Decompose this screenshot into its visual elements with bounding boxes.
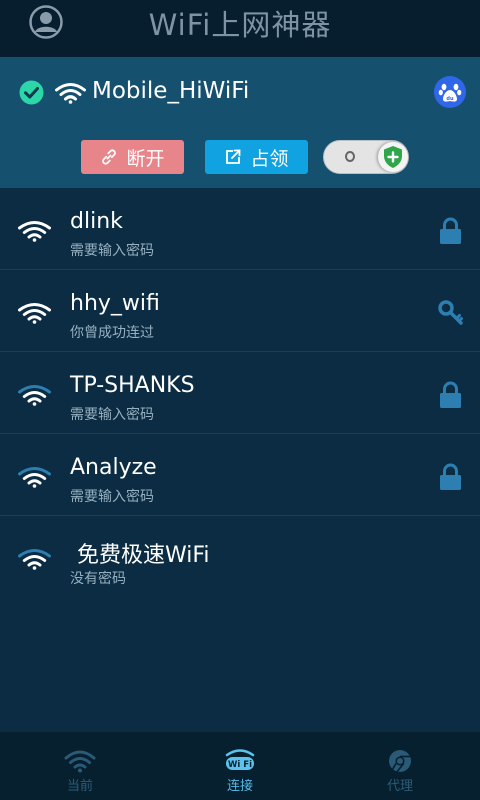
- lock-icon: [440, 217, 461, 244]
- toggle-off-indicator: [345, 151, 355, 162]
- wifi-signal-medium-icon: [18, 385, 51, 406]
- protection-toggle[interactable]: [323, 140, 409, 174]
- network-status: 需要输入密码: [70, 407, 154, 423]
- wifi-signal-strong-icon: [18, 221, 51, 242]
- svg-text:du: du: [446, 96, 454, 102]
- key-icon: [438, 300, 463, 325]
- network-item[interactable]: Analyze 需要输入密码: [0, 434, 480, 516]
- wifi-connected-icon: [55, 83, 86, 104]
- lock-icon: [440, 463, 461, 490]
- app-title: WiFi上网神器: [148, 8, 332, 42]
- nav-label-connect: 连接: [226, 779, 253, 794]
- wifi-signal-icon: [64, 750, 96, 773]
- link-icon: [102, 149, 117, 165]
- wifi-signal-medium-icon: [18, 549, 51, 570]
- wifi-badge-icon: Wi Fi: [225, 749, 255, 770]
- network-status: 需要输入密码: [70, 243, 154, 259]
- baidu-paw-icon[interactable]: du: [434, 76, 466, 108]
- bottom-nav: 当前 Wi Fi 连接 代理: [0, 732, 480, 800]
- lock-icon: [440, 381, 461, 408]
- network-status: 你曾成功连过: [70, 325, 154, 341]
- toggle-knob[interactable]: [378, 142, 408, 172]
- connected-ssid: Mobile_HiWiFi: [92, 78, 250, 104]
- wifi-signal-medium-icon: [18, 467, 51, 488]
- title-bar: WiFi上网神器: [0, 0, 480, 57]
- network-item[interactable]: 免费极速WiFi 没有密码: [0, 516, 480, 598]
- network-status: 没有密码: [70, 571, 126, 587]
- network-name: TP-SHANKS: [70, 373, 195, 398]
- nav-tab-current[interactable]: 当前: [0, 732, 160, 800]
- network-item[interactable]: TP-SHANKS 需要输入密码: [0, 352, 480, 434]
- disconnect-button[interactable]: 断开: [81, 140, 184, 174]
- wifi-badge-text: Wi Fi: [228, 760, 252, 770]
- disconnect-label: 断开: [126, 147, 165, 170]
- shield-plus-icon: [384, 146, 402, 168]
- chrome-icon: [389, 750, 411, 774]
- share-external-icon: [226, 149, 241, 164]
- network-list: dlink 需要输入密码 hhy_wifi 你曾成功连过 TP-SHANKS 需…: [0, 188, 480, 732]
- network-status: 需要输入密码: [70, 489, 154, 505]
- nav-label-proxy: 代理: [386, 779, 413, 794]
- connected-network-panel: Mobile_HiWiFi du 断开 占领: [0, 57, 480, 188]
- network-name: dlink: [70, 209, 123, 234]
- wifi-signal-strong-icon: [18, 303, 51, 324]
- check-circle-icon: [19, 80, 44, 105]
- app-root: WiFi上网神器 Mobile_HiWiFi du 断开 占领 dlink 需要…: [0, 0, 480, 800]
- nav-label-current: 当前: [66, 779, 93, 794]
- nav-tab-connect[interactable]: Wi Fi 连接: [160, 732, 320, 800]
- network-name: hhy_wifi: [70, 291, 160, 316]
- network-item[interactable]: dlink 需要输入密码: [0, 188, 480, 270]
- network-name: Analyze: [70, 455, 157, 480]
- network-name: 免费极速WiFi: [70, 543, 210, 568]
- occupy-label: 占领: [250, 147, 289, 170]
- nav-tab-proxy[interactable]: 代理: [320, 732, 480, 800]
- occupy-button[interactable]: 占领: [205, 140, 308, 174]
- network-item[interactable]: hhy_wifi 你曾成功连过: [0, 270, 480, 352]
